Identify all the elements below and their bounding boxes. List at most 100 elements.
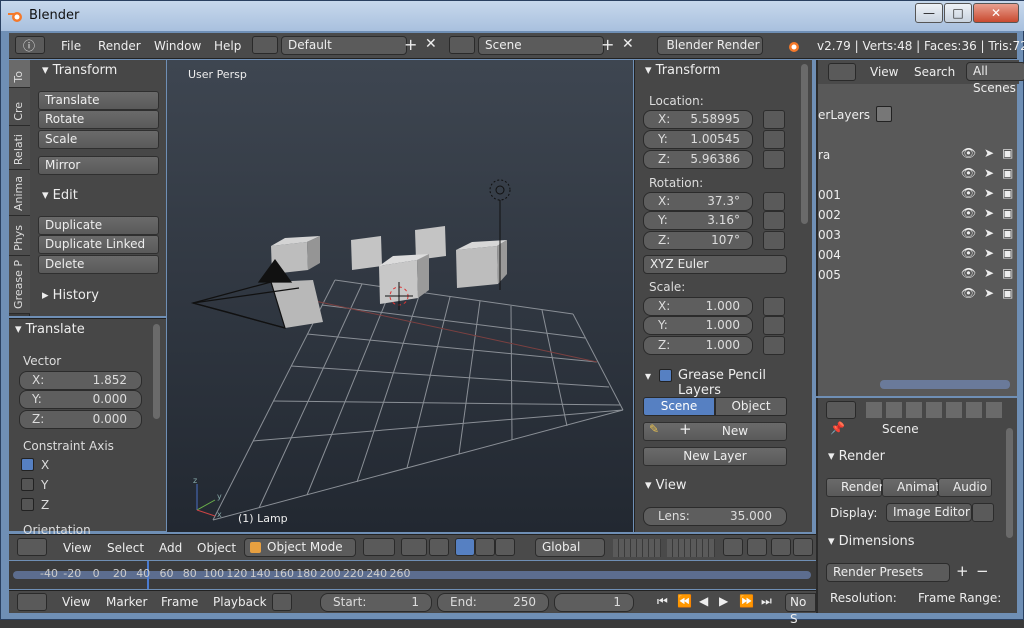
location-x-field[interactable]: X: 5.58995	[643, 110, 753, 129]
mirror-button[interactable]: Mirror	[38, 156, 159, 175]
properties-context-tabs[interactable]	[866, 402, 1006, 418]
dimensions-panel-header[interactable]: ▾ Dimensions	[828, 534, 915, 549]
lock-camera-icon[interactable]	[723, 538, 743, 556]
timeline-editor-icon[interactable]	[17, 593, 47, 611]
edit-panel-header[interactable]: ▾ Edit	[42, 188, 78, 203]
tl-menu-view[interactable]: View	[62, 595, 90, 609]
vp-menu-object[interactable]: Object	[197, 541, 236, 555]
lock-scale-x-icon[interactable]	[763, 297, 785, 316]
jump-end-icon[interactable]: ⏭	[761, 594, 772, 609]
rotate-manipulator-toggle[interactable]	[475, 538, 495, 556]
snap-element-select[interactable]	[793, 538, 813, 556]
translate-button[interactable]: Translate	[38, 91, 159, 110]
layer-buttons-1[interactable]	[613, 539, 661, 557]
selectability-cursor-icon[interactable]: ➤	[984, 186, 994, 200]
selectability-cursor-icon[interactable]: ➤	[984, 286, 994, 300]
rotation-x-field[interactable]: X: 37.3°	[643, 192, 753, 211]
layer-buttons-2[interactable]	[667, 539, 715, 557]
end-frame-field[interactable]: End: 250	[437, 593, 549, 612]
screen-layout-field[interactable]: Default	[281, 36, 407, 55]
lock-scale-y-icon[interactable]	[763, 316, 785, 335]
outliner-row[interactable]: ra 👁 ➤ ▣	[818, 145, 1019, 165]
info-editor-icon[interactable]: ⓘ	[15, 36, 45, 54]
renderability-camera-icon[interactable]: ▣	[1002, 206, 1013, 220]
close-button[interactable]: ✕	[973, 3, 1019, 23]
location-y-field[interactable]: Y: 1.00545	[643, 130, 753, 149]
gp-layers-checkbox[interactable]	[659, 369, 672, 382]
renderability-camera-icon[interactable]: ▣	[1002, 146, 1013, 160]
constraint-z-checkbox[interactable]	[21, 498, 34, 511]
renderability-camera-icon[interactable]: ▣	[1002, 266, 1013, 280]
renderability-camera-icon[interactable]: ▣	[1002, 226, 1013, 240]
gp-new-layer-button[interactable]: New Layer	[643, 447, 787, 466]
pivot-point-select[interactable]	[401, 538, 427, 556]
translate-panel-header[interactable]: ▾ Translate	[15, 322, 85, 337]
n-view-header[interactable]: ▾ View	[645, 478, 687, 493]
n-transform-header[interactable]: ▾ Transform	[645, 63, 720, 78]
history-panel-header[interactable]: ▸ History	[42, 288, 99, 303]
selectability-cursor-icon[interactable]: ➤	[984, 246, 994, 260]
outliner-scrollbar[interactable]	[880, 380, 1010, 389]
remove-layout-icon[interactable]: ✕	[425, 36, 437, 52]
outliner-filter-select[interactable]: All Scenes	[966, 62, 1024, 95]
rotation-y-field[interactable]: Y: 3.16°	[643, 211, 753, 230]
preview-range-toggle[interactable]	[272, 593, 292, 611]
viewport-shading-select[interactable]	[363, 538, 395, 556]
transform-panel-header[interactable]: ▾ Transform	[42, 63, 117, 78]
minimize-button[interactable]: —	[915, 3, 943, 23]
renderability-camera-icon[interactable]: ▣	[1002, 286, 1013, 300]
add-layout-icon[interactable]: +	[404, 35, 417, 54]
start-frame-field[interactable]: Start: 1	[320, 593, 432, 612]
duplicate-button[interactable]: Duplicate	[38, 216, 159, 235]
lock-location-z-icon[interactable]	[763, 150, 785, 169]
jump-start-icon[interactable]: ⏮	[657, 594, 668, 609]
visibility-eye-icon[interactable]: 👁	[961, 166, 976, 180]
translate-manipulator-toggle[interactable]	[455, 538, 475, 556]
timeline[interactable]	[9, 561, 816, 589]
vp-menu-add[interactable]: Add	[159, 541, 182, 555]
scale-button[interactable]: Scale	[38, 130, 159, 149]
scene-field[interactable]: Scene	[478, 36, 604, 55]
outliner-row[interactable]: 003 👁 ➤ ▣	[818, 225, 1019, 245]
vp-menu-view[interactable]: View	[63, 541, 91, 555]
3d-viewport[interactable]: User Persp z y x (1) Lamp	[167, 60, 633, 532]
vp-menu-select[interactable]: Select	[107, 541, 144, 555]
renderability-camera-icon[interactable]: ▣	[1002, 166, 1013, 180]
tl-menu-playback[interactable]: Playback	[213, 595, 267, 609]
location-z-field[interactable]: Z: 5.96386	[643, 150, 753, 169]
outliner-menu-view[interactable]: View	[870, 65, 898, 79]
selectability-cursor-icon[interactable]: ➤	[984, 266, 994, 280]
renderability-camera-icon[interactable]: ▣	[1002, 186, 1013, 200]
tl-menu-frame[interactable]: Frame	[161, 595, 198, 609]
tab-create[interactable]: Cre	[9, 88, 30, 126]
render-animation-button[interactable]: Animati	[882, 478, 943, 497]
vector-z-field[interactable]: Z: 0.000	[19, 410, 142, 429]
constraint-x-checkbox[interactable]	[21, 458, 34, 471]
tab-physics[interactable]: Phys	[9, 216, 30, 256]
preset-remove-icon[interactable]: −	[976, 562, 989, 580]
outliner-row[interactable]: 004 👁 ➤ ▣	[818, 245, 1019, 265]
outliner-row[interactable]: 005 👁 ➤ ▣	[818, 265, 1019, 285]
render-layers-item[interactable]: erLayers	[818, 108, 870, 122]
remove-scene-icon[interactable]: ✕	[622, 36, 634, 52]
visibility-eye-icon[interactable]: 👁	[961, 226, 976, 240]
lock-location-y-icon[interactable]	[763, 130, 785, 149]
play-icon[interactable]: ▶	[719, 594, 728, 608]
outliner-editor-icon[interactable]	[828, 63, 856, 81]
selectability-cursor-icon[interactable]: ➤	[984, 226, 994, 240]
selectability-cursor-icon[interactable]: ➤	[984, 146, 994, 160]
selectability-cursor-icon[interactable]: ➤	[984, 166, 994, 180]
display-lock-icon[interactable]	[972, 503, 994, 522]
lock-rotation-x-icon[interactable]	[763, 192, 785, 211]
tl-menu-marker[interactable]: Marker	[106, 595, 147, 609]
render-preview-icon[interactable]	[747, 538, 767, 556]
visibility-eye-icon[interactable]: 👁	[961, 286, 976, 300]
visibility-eye-icon[interactable]: 👁	[961, 206, 976, 220]
gp-layers-header[interactable]: Grease Pencil Layers	[678, 368, 812, 398]
delete-button[interactable]: Delete	[38, 255, 159, 274]
outliner-row[interactable]: 002 👁 ➤ ▣	[818, 205, 1019, 225]
scale-manipulator-toggle[interactable]	[495, 538, 515, 556]
pin-icon[interactable]: 📌	[830, 421, 845, 435]
timeline-scrubber[interactable]	[13, 571, 811, 579]
visibility-eye-icon[interactable]: 👁	[961, 246, 976, 260]
